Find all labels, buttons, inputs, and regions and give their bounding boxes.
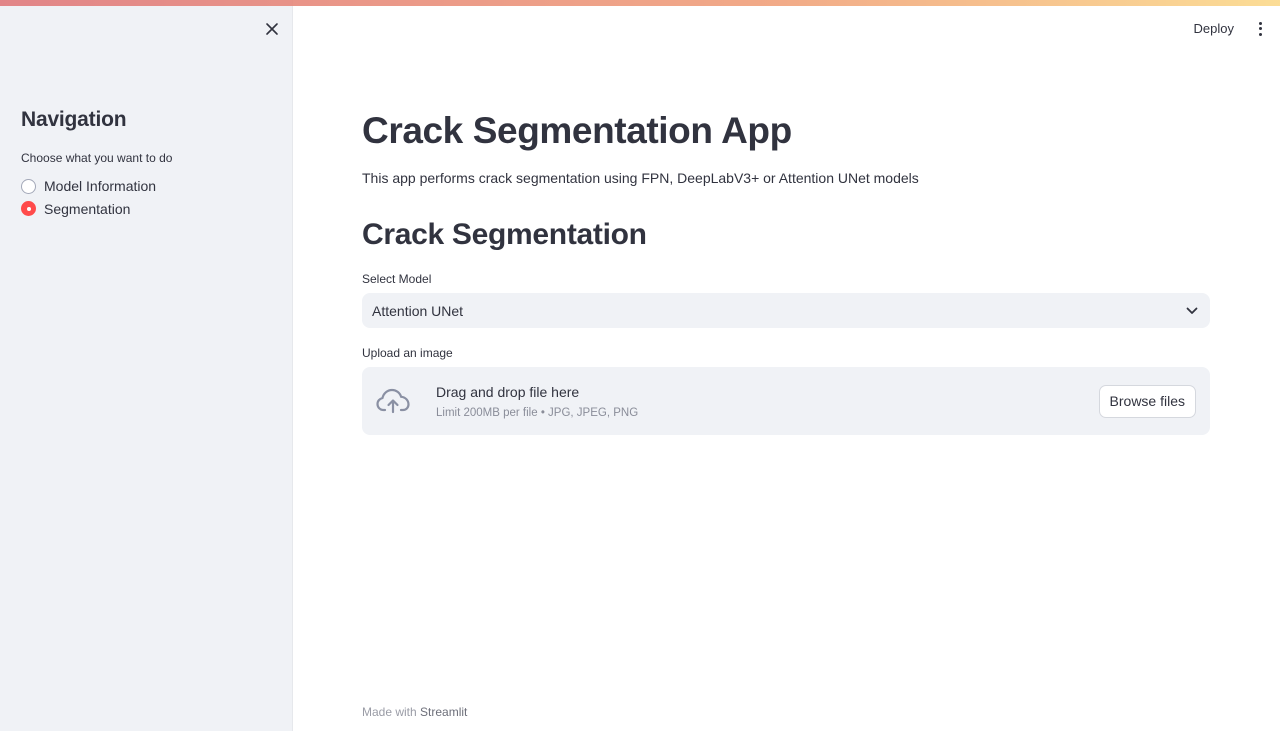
- radio-button-unselected[interactable]: [21, 178, 36, 194]
- model-select[interactable]: Attention UNet: [362, 293, 1210, 328]
- model-select-label: Select Model: [362, 272, 432, 286]
- browse-files-button[interactable]: Browse files: [1098, 384, 1196, 418]
- section-title: Crack Segmentation: [362, 218, 647, 251]
- header-actions: Deploy: [1186, 17, 1268, 40]
- main-content: Crack Segmentation App This app performs…: [362, 0, 1210, 731]
- footer-prefix: Made with: [362, 705, 417, 719]
- radio-button-selected[interactable]: [21, 201, 36, 216]
- dropzone-title: Drag and drop file here: [436, 383, 580, 400]
- deploy-button[interactable]: Deploy: [1186, 17, 1242, 40]
- radio-option-model-information[interactable]: Model Information: [21, 175, 156, 197]
- dropzone-text: Drag and drop file here Limit 200MB per …: [436, 384, 1099, 419]
- sidebar-title: Navigation: [21, 108, 127, 131]
- radio-option-segmentation[interactable]: Segmentation: [21, 198, 156, 220]
- page-title: Crack Segmentation App: [362, 110, 792, 151]
- radio-label: Segmentation: [44, 200, 131, 217]
- page-description: This app performs crack segmentation usi…: [362, 170, 919, 186]
- footer: Made with Streamlit: [362, 705, 467, 719]
- footer-brand-link[interactable]: Streamlit: [420, 705, 467, 719]
- dropzone-limit: Limit 200MB per file • JPG, JPEG, PNG: [436, 406, 639, 419]
- chevron-down-icon: [1186, 302, 1198, 320]
- kebab-menu-icon[interactable]: [1252, 19, 1268, 39]
- navigation-radio-group: Model Information Segmentation: [21, 175, 156, 220]
- close-icon[interactable]: [262, 19, 282, 39]
- radio-label: Model Information: [44, 178, 157, 194]
- upload-label: Upload an image: [362, 346, 453, 360]
- sidebar: Navigation Choose what you want to do Mo…: [0, 0, 293, 731]
- radio-group-label: Choose what you want to do: [21, 151, 173, 165]
- file-dropzone[interactable]: Drag and drop file here Limit 200MB per …: [362, 367, 1210, 435]
- top-decoration-bar: [0, 0, 1280, 6]
- cloud-upload-icon: [376, 387, 410, 415]
- model-select-value: Attention UNet: [372, 302, 464, 319]
